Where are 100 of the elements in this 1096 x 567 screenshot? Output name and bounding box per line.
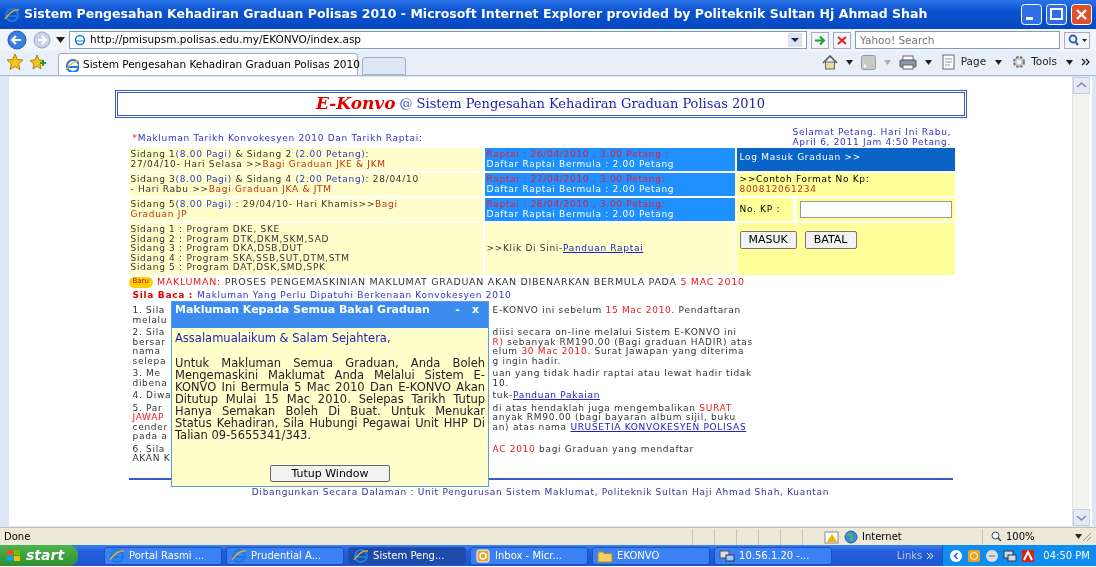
notice-text: 6. Sila bbox=[132, 444, 167, 454]
notice-text: 10. bbox=[492, 378, 510, 388]
magnifier-icon[interactable] bbox=[991, 531, 1002, 542]
gear-icon bbox=[1011, 54, 1028, 70]
close-window-button[interactable]: Tutup Window bbox=[270, 465, 390, 482]
link[interactable]: URUSETIA KONVOKESYEN POLISAS bbox=[570, 421, 747, 432]
notice-text: 5. Par bbox=[132, 403, 164, 413]
notice-text: pada a bbox=[132, 432, 169, 442]
globe-icon bbox=[109, 547, 126, 564]
globe-icon bbox=[231, 547, 248, 564]
computer-icon bbox=[719, 547, 736, 564]
registration-text: Daftar Raptai Bermula : 2.00 Petang bbox=[486, 184, 676, 194]
taskbar-button[interactable]: Portal Rasmi ... bbox=[104, 546, 223, 565]
login-button[interactable]: MASUK bbox=[739, 231, 797, 249]
browser-logo-icon[interactable] bbox=[4, 6, 20, 23]
notice-text: melalu bbox=[132, 315, 169, 325]
scroll-up-icon[interactable] bbox=[1073, 77, 1090, 94]
dropdown-caret-icon[interactable] bbox=[56, 37, 65, 43]
favorites-star-icon[interactable] bbox=[6, 53, 24, 71]
dropdown-caret-icon[interactable] bbox=[788, 33, 802, 47]
session-text: Sidang 1(8.00 Pagi) & Sidang 2 (2.00 Petang): 27/04/10- Hari Selasa >>Bagi Graduan JKE & JKM bbox=[128, 148, 483, 171]
close-icon[interactable] bbox=[1071, 4, 1092, 25]
session-text: Sidang 3(8.00 Pagi) & Sidang 4 (2.00 Petang): 28/04/10 - Hari Rabu >>Bagi Graduan JKA & JTM bbox=[128, 173, 483, 196]
notice-text: JAWAP bbox=[132, 413, 165, 422]
dropdown-caret-icon[interactable] bbox=[995, 59, 1003, 65]
links-toolbar[interactable]: Links bbox=[896, 548, 923, 563]
clock-icon[interactable] bbox=[967, 548, 982, 563]
notice-text: nama bbox=[132, 347, 162, 357]
notice-text: cender bbox=[132, 422, 169, 432]
back-icon[interactable] bbox=[6, 30, 28, 50]
cancel-button[interactable]: BATAL bbox=[804, 231, 857, 249]
greeting-text: Selamat Petang. Hari Ini Rabu, April 6, 2011 Jam 4:50 Petang. bbox=[792, 128, 953, 147]
page-icon[interactable] bbox=[65, 57, 79, 72]
login-title: Log Masuk Graduan >> bbox=[739, 152, 861, 162]
dropdown-caret-icon[interactable] bbox=[1075, 534, 1082, 539]
notice-text: anyak RM90.00 (bagi bayaran album sijil, buku bbox=[492, 413, 737, 422]
page-menu[interactable]: Page bbox=[939, 53, 988, 71]
zoom-control[interactable]: 100% bbox=[982, 529, 1082, 544]
dropdown-caret-icon[interactable] bbox=[845, 59, 853, 65]
maximize-icon[interactable] bbox=[1046, 4, 1067, 25]
guide-link[interactable]: Panduan Raptai bbox=[563, 243, 644, 253]
schedule-title: *Makluman Tarikh Konvokesyen 2010 Dan Tarikh Raptai: bbox=[132, 133, 423, 143]
chevron-icon[interactable] bbox=[1081, 58, 1090, 66]
scrollbar[interactable] bbox=[1072, 77, 1089, 526]
notice-text: elum 30 Mac 2010. Surat Jawapan yang diterima bbox=[492, 347, 746, 357]
notice-text: uan yang tidak hadir raptai atau lewat hadir tidak bbox=[492, 369, 753, 379]
resize-grip-icon[interactable] bbox=[1082, 531, 1092, 542]
search-icon[interactable] bbox=[1064, 31, 1090, 49]
rehearsal-text: Raptai : 27/04/2010 , 3.00 Petang: bbox=[486, 175, 667, 184]
browser-tab[interactable]: Sistem Pengesahan Kehadiran Graduan Polisas 2010 bbox=[58, 53, 358, 75]
notice-text: bersar bbox=[132, 337, 167, 347]
clock-icon bbox=[475, 547, 492, 564]
announcement-text: MAKLUMAN: PROSES PENGEMASKINIAN MAKLUMAT GRADUAN AKAN DIBENARKAN BERMULA PADA 5 MAC 2010 bbox=[156, 277, 745, 287]
tools-menu[interactable]: Tools bbox=[1010, 53, 1058, 71]
globe-icon[interactable] bbox=[844, 529, 858, 544]
clock-text: 04:50 PM bbox=[1043, 549, 1090, 563]
minimize-icon[interactable] bbox=[1021, 4, 1042, 25]
dropdown-caret-icon[interactable] bbox=[1066, 59, 1073, 65]
windows-logo-icon bbox=[6, 548, 22, 563]
field-label: No. KP : bbox=[739, 204, 781, 215]
search-field[interactable]: Yahoo! Search bbox=[855, 31, 1060, 49]
program-text: Sidang 1 : Program DKE, SKE bbox=[130, 225, 281, 234]
taskbar-button[interactable]: EKONVO bbox=[592, 546, 711, 565]
add-favorite-icon[interactable] bbox=[28, 53, 46, 71]
notice-text: tuk-Panduan Pakaian bbox=[492, 391, 602, 401]
program-text: Sidang 3 : Program DKA,DSB,DUT bbox=[130, 244, 304, 253]
notice-text: di atas hendaklah juga mengembalikan SURAT bbox=[492, 403, 732, 413]
popup-message: Untuk Makluman Semua Graduan, Anda Boleh Mengemaskini Maklumat Anda Melalui Sistem E-KONVO Ini Bermula 5 Mac 2010 Dan E-KONVO Akan Ditutup Mulai 15 Mac 2010. Selepas Tarikh Tutup Hanya Semakan Boleh Di Buat. Untuk Menukar Status Kehadiran, Sila Hubungi Pegawai Unit HHP Di Talian 09-5655341/343. bbox=[174, 355, 486, 442]
dropdown-caret-icon[interactable] bbox=[924, 59, 932, 65]
scroll-down-icon[interactable] bbox=[1073, 509, 1090, 526]
notice-text: g ingin hadir. bbox=[492, 356, 563, 366]
print-icon[interactable] bbox=[898, 54, 917, 70]
stop-icon[interactable] bbox=[833, 31, 851, 49]
popup-title: Makluman Kepada Semua Bakal Graduan bbox=[175, 304, 431, 316]
format-example: 800812061234 bbox=[739, 184, 818, 194]
home-icon[interactable] bbox=[821, 54, 838, 70]
notice-text: 3. Me bbox=[132, 369, 162, 379]
antivirus-icon[interactable] bbox=[1021, 548, 1036, 563]
taskbar-button[interactable]: Prudential A... bbox=[226, 546, 345, 565]
notice-text: E-KONVO ini sebelum 15 Mac 2010. Pendaftaran bbox=[492, 306, 742, 316]
taskbar-button[interactable]: Inbox - Micr... bbox=[470, 546, 589, 565]
address-field[interactable]: http://pmisupsm.polisas.edu.my/EKONVO/index.asp bbox=[69, 31, 807, 49]
format-label: >>Contoh Format No Kp: bbox=[739, 175, 871, 185]
taskbar-button[interactable]: Sistem Peng... bbox=[348, 546, 467, 565]
zone-text: Internet bbox=[862, 530, 903, 544]
header-title: Sistem Pengesahan Kehadiran Graduan Polisas 2010 bbox=[416, 95, 766, 114]
page-icon[interactable] bbox=[74, 34, 86, 46]
link[interactable]: Panduan Pakaian bbox=[513, 390, 601, 400]
notice-text: AKAN K bbox=[132, 454, 172, 464]
registration-text: Daftar Raptai Bermula : 2.00 Petang bbox=[486, 209, 676, 219]
globe-icon bbox=[353, 547, 370, 564]
notice-text: 2. Sila bbox=[132, 328, 167, 338]
header-title: @ bbox=[399, 95, 413, 114]
window-title: Sistem Pengesahan Kehadiran Graduan Polisas 2010 - Microsoft Internet Explorer provided by Politeknik Sultan Hj Ahmad Shah bbox=[24, 5, 929, 24]
notice-text: 4. Diwa bbox=[132, 391, 173, 401]
network-icon[interactable] bbox=[1003, 548, 1018, 563]
session-text: Sidang 5(8.00 Pagi) : 29/04/10- Hari Khamis>>Bagi Graduan JP bbox=[128, 198, 483, 221]
notice-text: 1. Sila bbox=[132, 306, 167, 316]
id-number-field[interactable] bbox=[799, 201, 952, 218]
taskbar-button[interactable]: 10.56.1.20 -... bbox=[714, 546, 833, 565]
